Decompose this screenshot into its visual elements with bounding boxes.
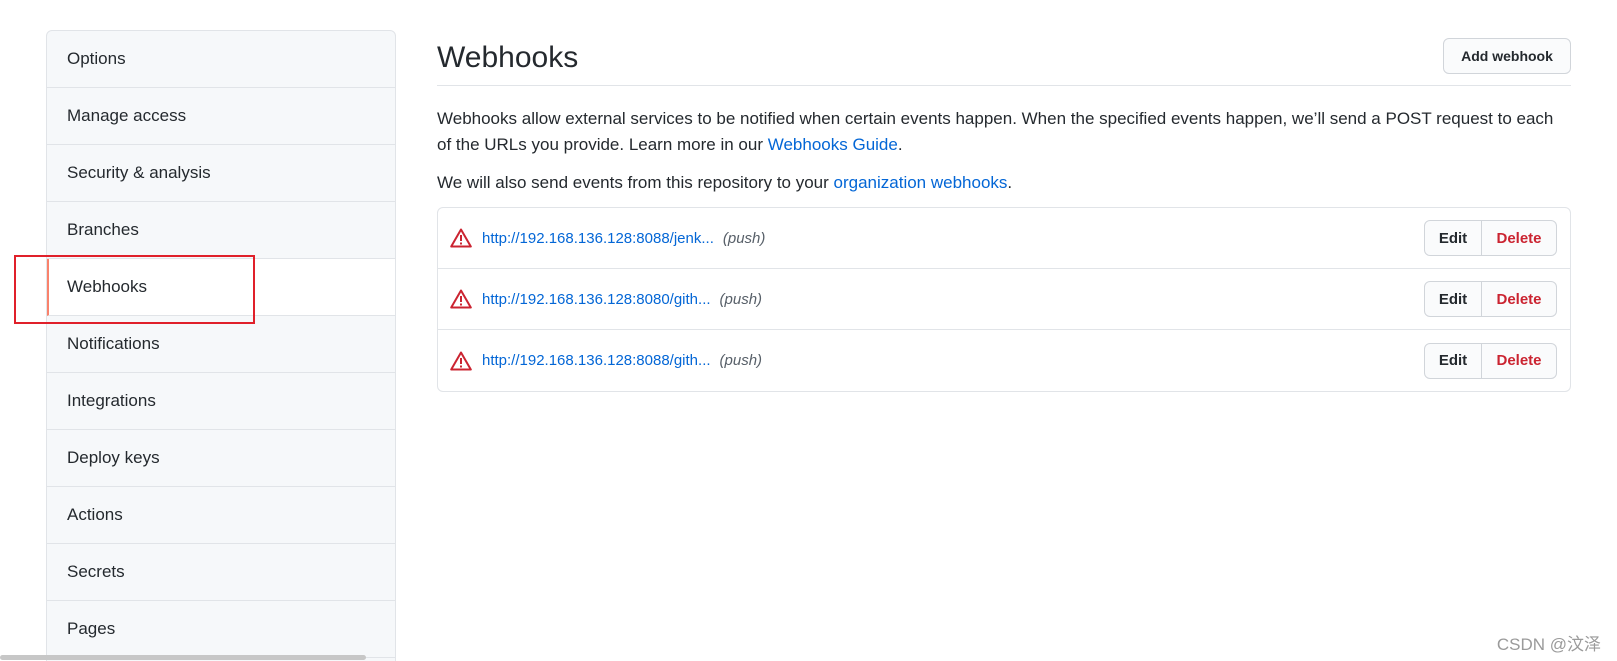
delete-webhook-button[interactable]: Delete [1482, 220, 1557, 256]
sidebar-item-security-analysis[interactable]: Security & analysis [47, 145, 395, 202]
sidebar-item-secrets[interactable]: Secrets [47, 544, 395, 601]
alert-triangle-icon [450, 289, 472, 309]
sidebar-item-label: Manage access [67, 106, 187, 125]
organization-webhooks-link[interactable]: organization webhooks [834, 173, 1008, 192]
sidebar-item-label: Actions [67, 505, 123, 524]
sidebar-item-label: Webhooks [67, 277, 148, 296]
page-header: Webhooks Add webhook [437, 30, 1571, 86]
sidebar-item-notifications[interactable]: Notifications [47, 316, 395, 373]
watermark: CSDN @汶泽 [1496, 635, 1601, 654]
alert-triangle-icon [450, 228, 472, 248]
sidebar-item-actions[interactable]: Actions [47, 487, 395, 544]
org-note-period: . [1007, 173, 1013, 192]
sidebar-item-label: Notifications [67, 334, 160, 353]
sidebar-item-integrations[interactable]: Integrations [47, 373, 395, 430]
webhook-list: http://192.168.136.128:8088/jenk... (pus… [437, 207, 1571, 392]
sidebar-item-pages[interactable]: Pages [47, 601, 395, 658]
sidebar-item-label: Security & analysis [67, 163, 211, 182]
org-webhooks-note: We will also send events from this repos… [437, 170, 1571, 196]
alert-triangle-icon [450, 351, 472, 370]
webhook-url-link[interactable]: http://192.168.136.128:8080/gith... [482, 291, 711, 308]
webhook-actions: Edit Delete [1424, 342, 1557, 379]
sidebar-item-label: Integrations [67, 391, 156, 410]
webhook-event: (push) [722, 229, 766, 247]
description-period: . [897, 135, 903, 154]
sidebar-item-label: Options [67, 49, 126, 68]
sidebar-item-manage-access[interactable]: Manage access [47, 88, 395, 145]
webhook-url-link[interactable]: http://192.168.136.128:8088/jenk... [482, 230, 714, 247]
webhook-event: (push) [719, 290, 763, 308]
sidebar-item-webhooks[interactable]: Webhooks [47, 259, 395, 316]
sidebar-item-label: Deploy keys [67, 448, 160, 467]
webhook-row: http://192.168.136.128:8088/gith... (pus… [438, 330, 1570, 391]
settings-sidebar: Options Manage access Security & analysi… [46, 30, 396, 661]
page-title: Webhooks [437, 40, 579, 74]
horizontal-scrollbar[interactable] [0, 655, 366, 660]
delete-webhook-button[interactable]: Delete [1482, 281, 1557, 317]
sidebar-item-deploy-keys[interactable]: Deploy keys [47, 430, 395, 487]
sidebar-item-branches[interactable]: Branches [47, 202, 395, 259]
sidebar-item-options[interactable]: Options [47, 31, 395, 88]
sidebar-item-label: Branches [67, 220, 139, 239]
webhooks-guide-link[interactable]: Webhooks Guide [768, 135, 898, 154]
main-content: Webhooks Add webhook Webhooks allow exte… [437, 30, 1571, 392]
sidebar-item-label: Secrets [67, 562, 125, 581]
webhook-row: http://192.168.136.128:8088/jenk... (pus… [438, 208, 1570, 269]
webhooks-description: Webhooks allow external services to be n… [437, 106, 1571, 158]
webhook-event: (push) [719, 352, 763, 369]
edit-webhook-button[interactable]: Edit [1424, 342, 1482, 379]
sidebar-item-label: Pages [67, 619, 116, 638]
webhook-actions: Edit Delete [1424, 220, 1557, 256]
description-text: Webhooks allow external services to be n… [437, 109, 1554, 154]
webhook-row: http://192.168.136.128:8080/gith... (pus… [438, 269, 1570, 330]
webhook-url-link[interactable]: http://192.168.136.128:8088/gith... [482, 352, 711, 369]
edit-webhook-button[interactable]: Edit [1424, 220, 1482, 256]
edit-webhook-button[interactable]: Edit [1424, 281, 1482, 317]
add-webhook-button[interactable]: Add webhook [1443, 37, 1571, 74]
webhook-actions: Edit Delete [1424, 281, 1557, 317]
delete-webhook-button[interactable]: Delete [1482, 342, 1557, 379]
org-note-text: We will also send events from this repos… [437, 173, 834, 192]
